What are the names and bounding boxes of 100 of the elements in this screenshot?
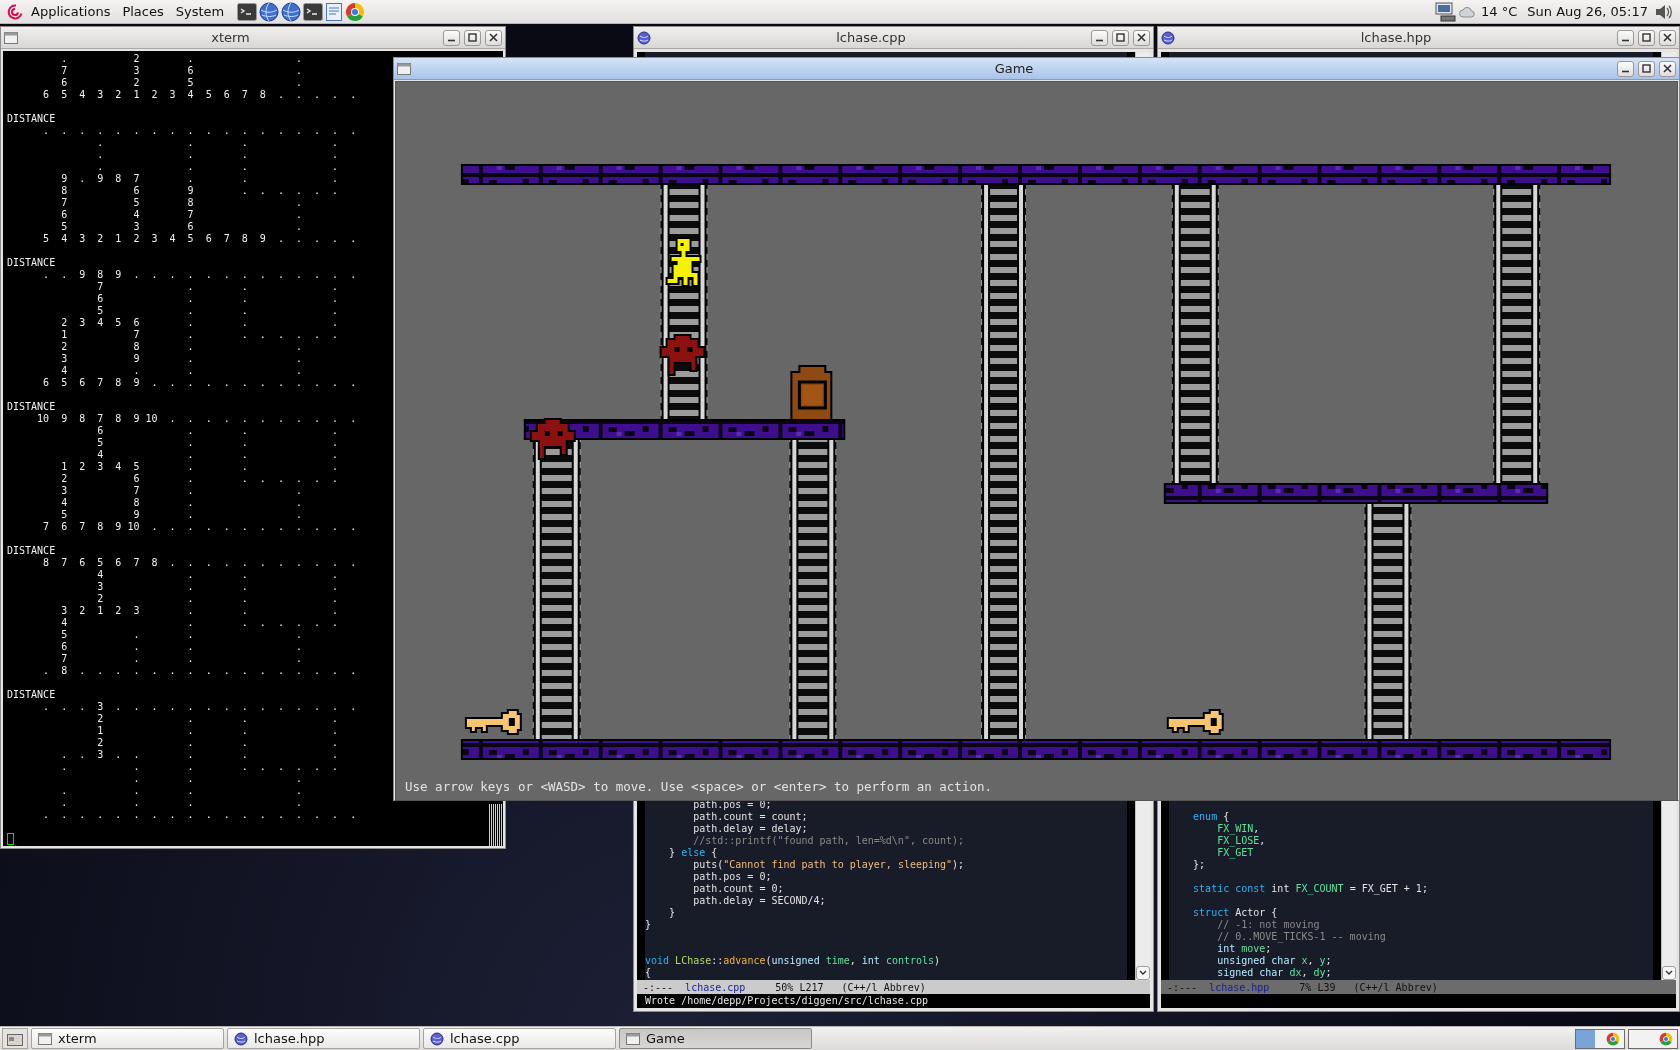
- terminal-line: 4 8 . .: [60, 497, 302, 509]
- show-desktop-button[interactable]: [2, 1028, 28, 1049]
- terminal-line: 6 2 5 .: [60, 77, 302, 89]
- speaker-icon[interactable]: [1654, 2, 1674, 21]
- close-button[interactable]: [1659, 60, 1676, 77]
- terminal-line: DISTANCE: [7, 257, 56, 269]
- terminal-line: 3 . . .: [96, 581, 339, 593]
- buffer-status: -:---: [1167, 981, 1198, 993]
- enemy-sprite: [659, 334, 706, 376]
- monitor-icon[interactable]: [1435, 1, 1458, 22]
- terminal-line: DISTANCE: [7, 689, 56, 701]
- terminal-line: 7 5 8 .: [60, 197, 302, 209]
- chest-sprite: [790, 365, 833, 421]
- terminal-line: 2 . . .: [96, 713, 339, 725]
- terminal-line: 7 3 6 .: [60, 65, 302, 77]
- terminal-line: 1 7 . . . . . . .: [60, 329, 339, 341]
- weather-temperature[interactable]: 14 °C: [1477, 4, 1522, 19]
- taskbar-button[interactable]: xterm: [31, 1028, 224, 1049]
- terminal-line: 6 4 7 .: [60, 209, 302, 221]
- terminal-line: 2 . . .: [96, 737, 339, 749]
- close-icon: [489, 33, 498, 42]
- code-line: struct Actor {: [1192, 907, 1279, 919]
- code-line: {: [645, 967, 653, 979]
- terminal-line: 3 9 . .: [60, 353, 302, 365]
- scrollbar-thumb[interactable]: [489, 804, 503, 846]
- clock[interactable]: Sun Aug 26, 05:17: [1523, 4, 1652, 19]
- terminal-line: 3 7 . .: [60, 485, 302, 497]
- code-line: path.delay = SECOND/4;: [692, 895, 827, 907]
- terminal-line: 2 6 . . . . . . .: [60, 473, 339, 485]
- code-line: FX_WIN,: [1216, 823, 1261, 835]
- caret-down-icon: [1665, 970, 1673, 976]
- code-line: }: [645, 919, 653, 931]
- code-line: path.count = 0;: [692, 883, 785, 895]
- menu-item[interactable]: Applications: [26, 2, 116, 21]
- cloud-icon: [1459, 4, 1476, 19]
- taskbar-button[interactable]: lchase.hpp: [227, 1028, 420, 1049]
- close-button[interactable]: [1133, 29, 1150, 46]
- terminal-line: . . .: [132, 773, 302, 785]
- close-button[interactable]: [1659, 29, 1676, 46]
- terminal-icon[interactable]: [303, 2, 324, 21]
- terminal-line: 5 . . .: [60, 629, 302, 641]
- desktop-icon: [7, 1031, 23, 1046]
- terminal-line: 6 . . .: [96, 425, 339, 437]
- buffer-name: lchase.hpp: [1209, 981, 1270, 993]
- taskbar-button[interactable]: lchase.cpp: [423, 1028, 616, 1049]
- window-title: lchase.hpp: [1359, 30, 1433, 45]
- minimize-button[interactable]: [1617, 60, 1634, 77]
- scroll-down-button[interactable]: [1662, 966, 1676, 980]
- workspace-switcher[interactable]: [1575, 1028, 1625, 1049]
- globe-icon: [430, 1031, 444, 1046]
- terminal-line: 6 . . .: [96, 293, 339, 305]
- document-icon[interactable]: [325, 1, 344, 22]
- close-icon: [1137, 33, 1146, 42]
- window-title: Game: [993, 61, 1035, 76]
- maximize-icon: [1642, 33, 1651, 42]
- workspace-switcher[interactable]: [1628, 1028, 1678, 1049]
- terminal-line: 7 . . .: [96, 281, 339, 293]
- window-title: lchase.cpp: [835, 30, 907, 45]
- globe-icon[interactable]: [637, 30, 651, 45]
- globe-icon[interactable]: [281, 1, 302, 22]
- terminal-line: . . . .: [60, 797, 302, 809]
- maximize-button[interactable]: [1638, 60, 1655, 77]
- maximize-icon: [468, 33, 477, 42]
- close-button[interactable]: [485, 29, 502, 46]
- terminal-icon[interactable]: [237, 2, 258, 21]
- terminal-line: . . . . . . . . .: [60, 761, 339, 773]
- globe-icon[interactable]: [1161, 30, 1175, 45]
- terminal-line: 4 . . .: [96, 449, 339, 461]
- menu-item[interactable]: System: [170, 2, 230, 21]
- text-cursor: [7, 833, 14, 845]
- window-menu-icon: [38, 1032, 52, 1045]
- terminal-line: 10 9 8 7 8 9 10 . . . . . . . . . . .: [36, 413, 357, 425]
- window-menu-icon[interactable]: [4, 31, 18, 44]
- color-wheel-icon: [1606, 1031, 1620, 1046]
- maximize-icon: [1642, 64, 1651, 73]
- code-line: } else {: [668, 847, 719, 859]
- minimize-button[interactable]: [1091, 29, 1108, 46]
- cursor-position: 50% L217: [775, 981, 824, 993]
- menu-item[interactable]: Places: [117, 2, 169, 21]
- color-wheel-icon: [1659, 1031, 1673, 1046]
- code-line: path.count = count;: [692, 811, 809, 823]
- terminal-line: . . . 3 . . . . . . . . . . . . . .: [42, 701, 357, 713]
- minimize-button[interactable]: [1617, 29, 1634, 46]
- swirl-logo-icon[interactable]: [6, 2, 24, 21]
- code-line: };: [1192, 859, 1207, 871]
- maximize-button[interactable]: [464, 29, 481, 46]
- terminal-line: 2 8 . .: [60, 341, 302, 353]
- terminal-line: DISTANCE: [7, 401, 56, 413]
- maximize-button[interactable]: [1112, 29, 1129, 46]
- terminal-line: . . . .: [96, 161, 339, 173]
- globe-icon[interactable]: [259, 1, 280, 22]
- color-wheel-icon[interactable]: [345, 1, 366, 22]
- minimize-button[interactable]: [443, 29, 460, 46]
- maximize-button[interactable]: [1638, 29, 1655, 46]
- window-menu-icon[interactable]: [397, 62, 411, 75]
- code-line: // -1: not moving: [1216, 919, 1321, 931]
- terminal-line: 1 . . .: [96, 725, 339, 737]
- taskbar-button[interactable]: Game: [619, 1028, 812, 1049]
- scroll-down-button[interactable]: [1136, 966, 1150, 980]
- terminal-line: 6 5 6 7 8 9 . . . . . . . . . . . .: [42, 377, 357, 389]
